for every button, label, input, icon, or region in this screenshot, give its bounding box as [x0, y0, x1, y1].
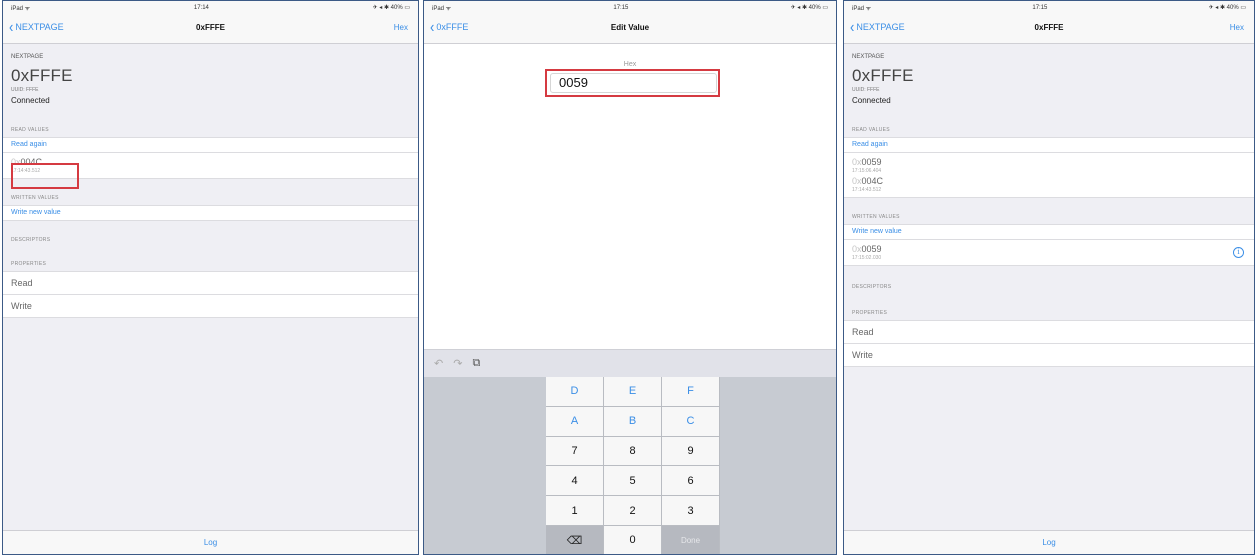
property-read: Read [3, 271, 418, 294]
chevron-left-icon: ‹ [430, 17, 435, 36]
log-button[interactable]: Log [3, 530, 418, 554]
paste-icon[interactable]: ⧉ [472, 357, 480, 370]
redo-icon[interactable]: ↷ [453, 357, 462, 370]
info-icon[interactable]: i [1233, 247, 1244, 258]
read-value-row[interactable]: 0x0059 17:15:06.404 [844, 152, 1254, 176]
nav-bar: ‹ NEXTPAGE 0xFFFE Hex [3, 14, 418, 44]
hex-keyboard: D E F A B C 7 8 9 4 5 6 1 2 3 ⌫ 0 Done [424, 377, 836, 554]
screen-characteristic-before: iPad ᯤ 17:14 ✈ ◂ ✱ 40% ▭ ‹ NEXTPAGE 0xFF… [2, 0, 419, 555]
status-time: 17:15 [1032, 4, 1048, 11]
key-f[interactable]: F [662, 377, 720, 407]
log-button[interactable]: Log [844, 530, 1254, 554]
nav-title: 0xFFFE [1034, 23, 1064, 32]
nav-bar: ‹ 0xFFFE Edit Value [424, 14, 836, 44]
key-8[interactable]: 8 [604, 436, 662, 467]
highlight-box [545, 69, 720, 97]
read-values-header: READ VALUES [11, 127, 49, 133]
nav-title: 0xFFFE [196, 23, 225, 32]
format-label: Hex [623, 61, 637, 68]
read-again-button[interactable]: Read again [844, 137, 1254, 152]
key-a[interactable]: A [546, 406, 604, 437]
back-button[interactable]: ‹ 0xFFFE [430, 17, 469, 36]
written-value: 0x0059 [852, 244, 882, 254]
property-read: Read [844, 320, 1254, 343]
written-timestamp: 17:15:02.030 [852, 255, 882, 261]
device-label: iPad ᯤ [432, 5, 452, 12]
service-name: NEXTPAGE [11, 54, 44, 60]
hex-button[interactable]: Hex [1230, 23, 1244, 32]
read-value: 0x0059 [852, 157, 882, 167]
write-new-value-button[interactable]: Write new value [3, 205, 418, 221]
key-3[interactable]: 3 [662, 496, 720, 526]
undo-icon[interactable]: ↶ [434, 357, 443, 370]
screen-edit-value: iPad ᯤ 17:15 ✈ ◂ ✱ 40% ▭ ‹ 0xFFFE Edit V… [423, 0, 837, 555]
key-0[interactable]: 0 [604, 525, 662, 554]
write-new-value-button[interactable]: Write new value [844, 224, 1254, 239]
screen-characteristic-after: iPad ᯤ 17:15 ✈ ◂ ✱ 40% ▭ ‹ NEXTPAGE 0xFF… [843, 0, 1255, 555]
status-time: 17:15 [613, 4, 629, 11]
status-bar: iPad ᯤ 17:15 ✈ ◂ ✱ 40% ▭ [844, 1, 1254, 14]
key-7[interactable]: 7 [546, 436, 604, 467]
connection-status: Connected [852, 96, 891, 105]
status-icons: ✈ ◂ ✱ 40% ▭ [372, 5, 410, 11]
done-key[interactable]: Done [662, 525, 720, 554]
delete-key-icon[interactable]: ⌫ [546, 525, 604, 554]
device-label: iPad ᯤ [852, 5, 872, 12]
connection-status: Connected [11, 96, 50, 105]
status-bar: iPad ᯤ 17:14 ✈ ◂ ✱ 40% ▭ [3, 1, 418, 14]
service-name: NEXTPAGE [852, 54, 885, 60]
property-write: Write [844, 343, 1254, 367]
chevron-left-icon: ‹ [850, 17, 855, 36]
read-values-header: READ VALUES [852, 127, 890, 133]
read-timestamp: 17:15:06.404 [852, 168, 882, 174]
back-button[interactable]: ‹ NEXTPAGE [850, 17, 905, 36]
characteristic-name: 0xFFFE [852, 66, 914, 85]
descriptors-header: DESCRIPTORS [11, 237, 51, 243]
properties-header: PROPERTIES [11, 261, 47, 267]
read-timestamp: 17:14:43.512 [852, 187, 882, 193]
descriptors-header: DESCRIPTORS [852, 284, 892, 290]
read-value-row[interactable]: 0x004C 17:14:43.512 [844, 176, 1254, 198]
back-label: NEXTPAGE [856, 22, 905, 32]
properties-header: PROPERTIES [852, 310, 888, 316]
characteristic-header: NEXTPAGE 0xFFFE UUID: FFFE Connected [844, 44, 1254, 111]
keyboard-side [424, 377, 546, 554]
back-label: 0xFFFE [436, 22, 469, 32]
back-label: NEXTPAGE [15, 22, 64, 32]
highlight-box [11, 163, 79, 189]
nav-title: Edit Value [610, 23, 650, 32]
status-bar: iPad ᯤ 17:15 ✈ ◂ ✱ 40% ▭ [424, 1, 836, 14]
key-5[interactable]: 5 [604, 466, 662, 497]
status-time: 17:14 [193, 4, 209, 11]
characteristic-name: 0xFFFE [11, 66, 73, 85]
written-values-header: WRITTEN VALUES [852, 214, 900, 220]
characteristic-header: NEXTPAGE 0xFFFE UUID: FFFE Connected [3, 44, 418, 111]
hex-button[interactable]: Hex [394, 23, 408, 32]
key-d[interactable]: D [546, 377, 604, 407]
written-value-row[interactable]: 0x0059 17:15:02.030 i [844, 239, 1254, 266]
key-6[interactable]: 6 [662, 466, 720, 497]
characteristic-uuid: UUID: FFFE [852, 87, 880, 93]
key-b[interactable]: B [604, 406, 662, 437]
read-again-button[interactable]: Read again [3, 137, 418, 152]
nav-bar: ‹ NEXTPAGE 0xFFFE Hex [844, 14, 1254, 44]
chevron-left-icon: ‹ [9, 17, 14, 36]
key-2[interactable]: 2 [604, 496, 662, 526]
status-icons: ✈ ◂ ✱ 40% ▭ [1208, 5, 1246, 11]
property-write: Write [3, 294, 418, 318]
key-e[interactable]: E [604, 377, 662, 407]
characteristic-uuid: UUID: FFFE [11, 87, 39, 93]
back-button[interactable]: ‹ NEXTPAGE [9, 17, 64, 36]
keyboard-side [720, 377, 836, 554]
read-value: 0x004C [852, 176, 884, 186]
key-4[interactable]: 4 [546, 466, 604, 497]
status-icons: ✈ ◂ ✱ 40% ▭ [790, 5, 828, 11]
key-1[interactable]: 1 [546, 496, 604, 526]
keyboard-toolbar: ↶ ↷ ⧉ [424, 349, 836, 377]
device-label: iPad ᯤ [11, 5, 31, 12]
key-9[interactable]: 9 [662, 436, 720, 467]
keypad: D E F A B C 7 8 9 4 5 6 1 2 3 ⌫ 0 Done [546, 377, 720, 554]
key-c[interactable]: C [662, 406, 720, 437]
